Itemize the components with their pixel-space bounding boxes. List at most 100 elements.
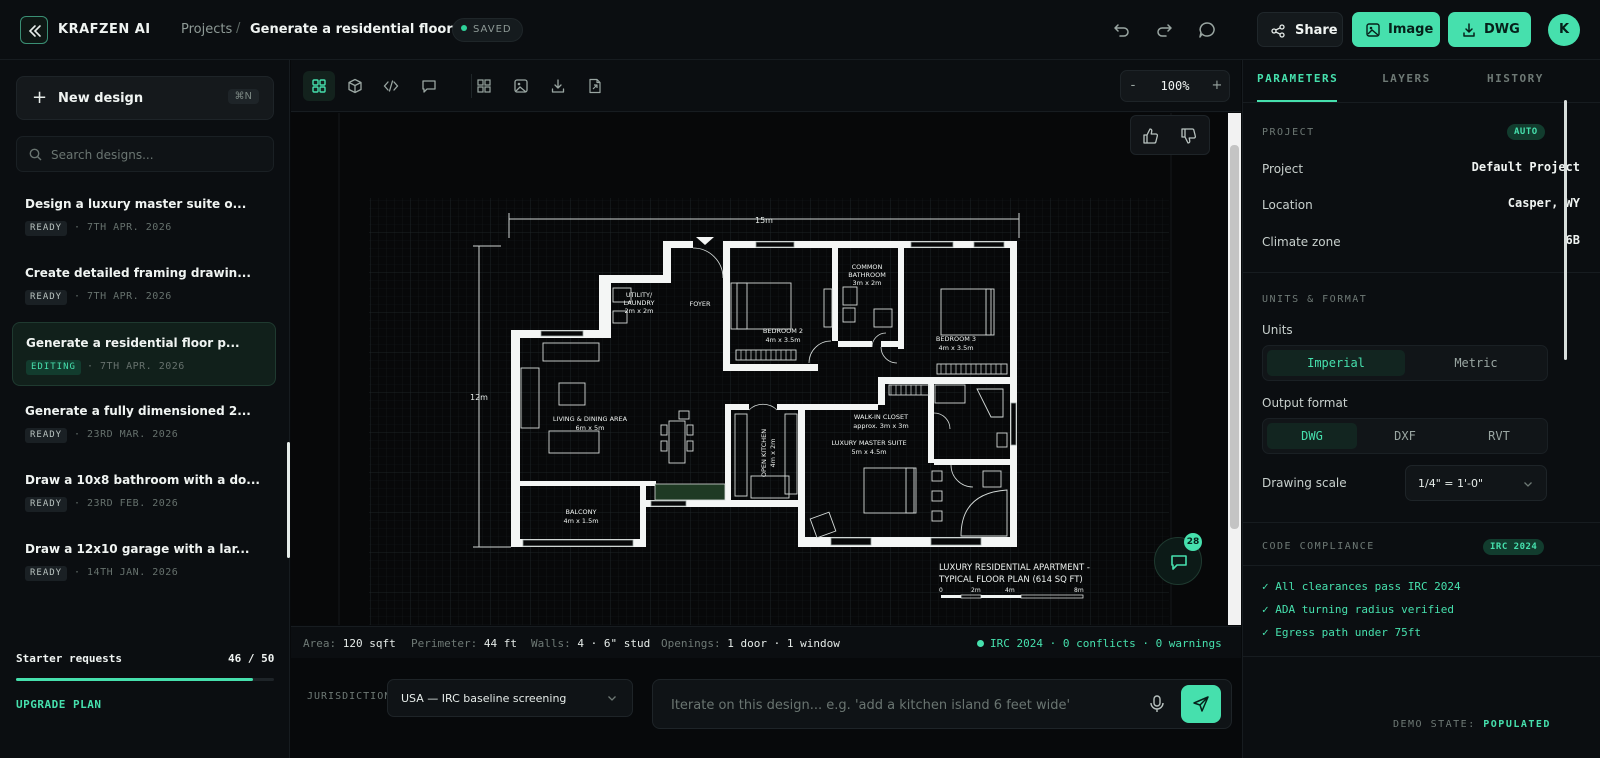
units-metric-option[interactable]: Metric xyxy=(1407,350,1545,376)
breadcrumb-projects[interactable]: Projects xyxy=(181,22,232,37)
prompt-input[interactable] xyxy=(671,694,1131,716)
layout-grid-icon xyxy=(477,79,491,93)
layout-button[interactable] xyxy=(468,71,500,101)
panel-scrollbar[interactable] xyxy=(1564,100,1567,360)
saved-badge: SAVED xyxy=(452,18,523,42)
export-file-button[interactable] xyxy=(579,71,611,101)
upgrade-plan-link[interactable]: UPGRADE PLAN xyxy=(16,698,101,711)
scale-tick-1: 2m xyxy=(971,587,981,594)
format-rvt-option[interactable]: RVT xyxy=(1453,423,1545,449)
room-size-common-bath: 3m x 2m xyxy=(853,279,882,287)
feedback-buttons xyxy=(1130,115,1210,155)
room-size-kitchen: 4m x 2m xyxy=(769,439,777,468)
download-icon xyxy=(1463,23,1475,37)
sidebar-scrollbar[interactable] xyxy=(287,442,290,558)
quota-label: Starter requests xyxy=(16,652,122,665)
location-label: Location xyxy=(1262,198,1313,212)
zoom-level: 100% xyxy=(1160,79,1190,93)
share-button[interactable]: Share xyxy=(1257,12,1343,47)
status-area: Area: 120 sqft xyxy=(303,637,396,650)
export-image-button[interactable]: Image xyxy=(1352,12,1440,47)
tab-layers[interactable]: LAYERS xyxy=(1382,72,1431,85)
climate-zone-label: Climate zone xyxy=(1262,235,1341,249)
tab-parameters[interactable]: PARAMETERS xyxy=(1257,72,1338,85)
logo-icon[interactable] xyxy=(20,16,48,44)
share-icon xyxy=(1271,24,1285,38)
design-title: Generate a residential floor p... xyxy=(26,336,240,350)
prompt-box xyxy=(652,679,1232,729)
room-label-utility-2: LAUNDRY xyxy=(624,299,655,307)
zoom-control: - 100% + xyxy=(1120,70,1230,102)
section-code-compliance: CODE COMPLIANCE xyxy=(1262,541,1375,552)
undo-icon[interactable] xyxy=(1111,19,1133,41)
design-date: · 7TH APR. 2026 xyxy=(87,361,185,372)
user-avatar[interactable]: K xyxy=(1548,14,1580,46)
climate-zone-value[interactable]: 6B xyxy=(1566,233,1580,247)
tab-history[interactable]: HISTORY xyxy=(1487,72,1544,85)
render-image-button[interactable] xyxy=(505,71,537,101)
scale-tick-3: 8m xyxy=(1074,587,1084,594)
room-label-closet: WALK-IN CLOSET xyxy=(854,413,908,421)
drawing-canvas[interactable]: 15m 12m UTILITY/ LAUNDRY 2m x 2m FOYER B… xyxy=(291,113,1226,625)
view-2d-button[interactable] xyxy=(303,71,335,101)
canvas-scrollbar-thumb[interactable] xyxy=(1230,145,1239,529)
quota-progress xyxy=(16,678,274,681)
design-list-item[interactable]: Draw a 10x8 bathroom with a do... READY · … xyxy=(12,460,276,524)
grid-major xyxy=(369,198,1169,625)
room-label-master: LUXURY MASTER SUITE xyxy=(831,439,906,447)
download-button[interactable] xyxy=(542,71,574,101)
active-tab-indicator xyxy=(1257,100,1337,102)
format-dxf-option[interactable]: DXF xyxy=(1359,423,1451,449)
grid-icon xyxy=(312,79,326,93)
drawing-scale-label: Drawing scale xyxy=(1262,476,1347,490)
status-badge: READY xyxy=(25,497,68,512)
status-badge: EDITING xyxy=(26,360,81,375)
code-view-button[interactable] xyxy=(375,71,407,101)
properties-panel: PARAMETERS LAYERS HISTORY PROJECT AUTO P… xyxy=(1242,60,1600,758)
jurisdiction-select[interactable]: USA — IRC baseline screening xyxy=(387,679,633,717)
design-list-item[interactable]: Design a luxury master suite o... READY · … xyxy=(12,184,276,248)
design-list-item[interactable]: Create detailed framing drawin... READY · … xyxy=(12,253,276,317)
design-list-item[interactable]: Generate a fully dimensioned 2... READY · … xyxy=(12,391,276,455)
status-openings: Openings: 1 door · 1 window xyxy=(661,637,840,650)
cube-icon xyxy=(348,78,362,94)
thumbs-up-icon[interactable] xyxy=(1142,127,1160,145)
plan-title-line2: TYPICAL FLOOR PLAN (614 SQ FT) xyxy=(938,575,1083,585)
design-title: Design a luxury master suite o... xyxy=(25,197,247,211)
room-size-closet: approx. 3m x 3m xyxy=(853,422,908,430)
canvas-toolbar xyxy=(291,60,1241,112)
drawing-scale-select[interactable]: 1/4" = 1'-0" xyxy=(1405,465,1547,501)
room-size-master: 5m x 4.5m xyxy=(851,448,886,456)
format-dwg-option[interactable]: DWG xyxy=(1267,423,1357,449)
status-badge: READY xyxy=(25,428,68,443)
search-box xyxy=(16,136,274,172)
image-icon xyxy=(514,79,528,93)
comment-icon[interactable] xyxy=(1196,19,1218,41)
send-button[interactable] xyxy=(1181,685,1221,723)
view-3d-button[interactable] xyxy=(339,71,371,101)
room-label-bedroom2: BEDROOM 2 xyxy=(763,327,803,335)
design-title: Create detailed framing drawin... xyxy=(25,266,251,280)
section-divider xyxy=(1243,272,1600,273)
design-list-item[interactable]: Draw a 12x10 garage with a lar... READY · … xyxy=(12,529,276,593)
microphone-icon[interactable] xyxy=(1147,694,1167,714)
app-root: KRAFZEN AI Projects / Generate a residen… xyxy=(0,0,1600,758)
zoom-out-button[interactable]: - xyxy=(1121,71,1145,101)
units-label: Units xyxy=(1262,323,1293,337)
room-label-utility-3: 2m x 2m xyxy=(625,307,654,315)
thumbs-down-icon[interactable] xyxy=(1180,127,1198,145)
auto-badge: AUTO xyxy=(1507,124,1545,140)
redo-icon[interactable] xyxy=(1153,19,1175,41)
send-icon xyxy=(1193,696,1209,712)
design-list-item[interactable]: Generate a residential floor p... EDITING… xyxy=(12,322,276,386)
dimension-height-label: 12m xyxy=(470,393,488,402)
zoom-in-button[interactable]: + xyxy=(1205,71,1229,101)
scale-tick-0: 0 xyxy=(939,587,943,594)
chat-icon xyxy=(1171,555,1187,570)
export-dwg-button[interactable]: DWG xyxy=(1448,12,1531,47)
search-input[interactable] xyxy=(51,145,261,165)
units-imperial-option[interactable]: Imperial xyxy=(1267,350,1405,376)
location-value[interactable]: Casper, WY xyxy=(1508,196,1580,210)
comments-view-button[interactable] xyxy=(413,71,445,101)
new-design-button[interactable]: + New design ⌘N xyxy=(16,76,274,120)
